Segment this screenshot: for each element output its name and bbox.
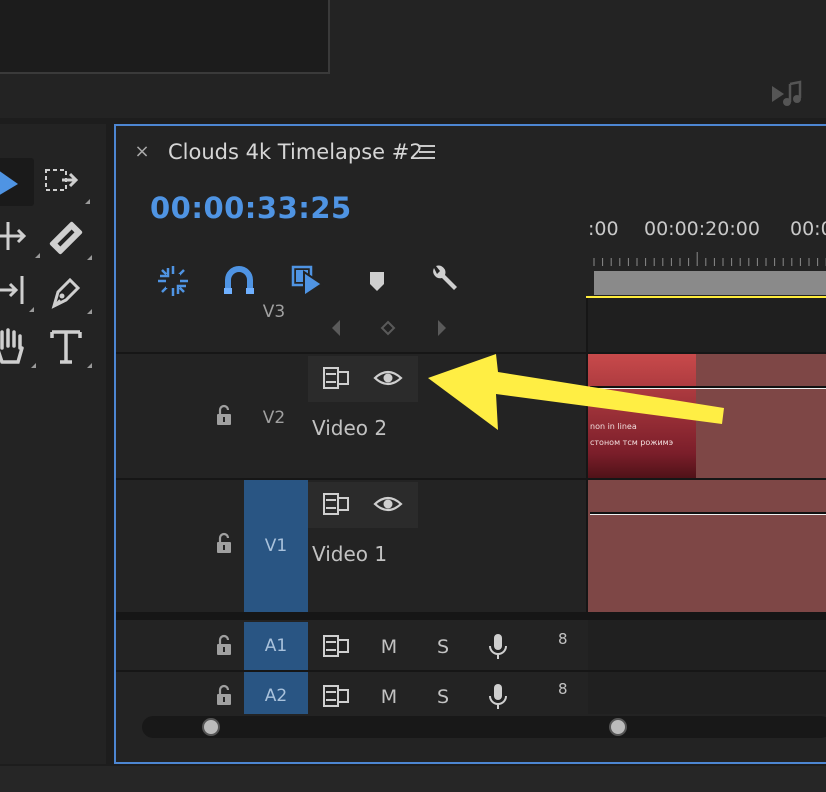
nest-icon: [158, 266, 188, 296]
tools-panel: [0, 124, 106, 764]
wrench-icon: [433, 265, 457, 290]
ruler-label: :00: [588, 218, 619, 240]
v1-sync-lock-button[interactable]: [320, 490, 352, 518]
prev-keyframe-button[interactable]: [322, 314, 350, 342]
linked-selection-icon: [291, 265, 324, 298]
lock-track-v2[interactable]: [215, 404, 233, 426]
sequence-tab-title[interactable]: Clouds 4k Timelapse #2: [168, 138, 423, 166]
unlock-icon: [217, 684, 231, 705]
track-separator: [116, 670, 826, 672]
v3-lane[interactable]: [588, 298, 826, 352]
source-patch-v1[interactable]: V1: [244, 480, 308, 612]
panel-menu-icon[interactable]: [418, 144, 438, 160]
v2-sync-lock-button[interactable]: [320, 364, 352, 392]
track-label-v1: V1: [264, 536, 288, 556]
audio-lanes[interactable]: [588, 614, 826, 714]
lock-track-v1[interactable]: [215, 532, 233, 554]
a2-sync-lock-button[interactable]: [320, 682, 352, 710]
timeline-settings-button[interactable]: [426, 262, 460, 296]
add-marker-icon: [370, 272, 384, 291]
pen-icon: [51, 277, 81, 309]
scroll-handle-right[interactable]: [609, 718, 628, 736]
a2-mute-button[interactable]: M: [377, 686, 401, 708]
track-separator: [116, 478, 826, 480]
unlock-icon: [217, 532, 231, 553]
pen-tool[interactable]: [46, 272, 92, 314]
audio-playback-icon[interactable]: [770, 80, 804, 108]
a2-voiceover-button[interactable]: [482, 682, 514, 710]
sync-lock-icon: [323, 635, 349, 657]
sync-lock-icon: [323, 685, 349, 707]
track-label-v3: V3: [262, 302, 286, 322]
track-label-a1: A1: [264, 636, 288, 656]
add-marker-button[interactable]: [360, 264, 394, 298]
keyframe-diamond-icon: [380, 320, 396, 336]
monitor-frame: [0, 0, 330, 74]
hand-tool[interactable]: [0, 326, 36, 368]
track-label-a2: A2: [264, 686, 288, 706]
eye-icon: [373, 370, 403, 386]
razor-icon: [49, 221, 83, 255]
sync-lock-icon: [323, 493, 349, 515]
track-label-v2: V2: [262, 408, 286, 428]
ripple-edit-icon: [0, 222, 27, 250]
add-keyframe-button[interactable]: [374, 314, 402, 342]
track-select-forward-tool[interactable]: [44, 162, 90, 204]
v1-clip[interactable]: [588, 480, 826, 612]
close-sequence-button[interactable]: ×: [132, 140, 152, 164]
v2-visibility-toggle[interactable]: [372, 364, 404, 392]
snap-button[interactable]: [222, 264, 256, 298]
ripple-edit-tool[interactable]: [0, 216, 40, 258]
source-patch-a2[interactable]: A2: [244, 672, 308, 714]
ruler-label: 00:0: [790, 218, 826, 240]
microphone-icon: [489, 684, 507, 709]
video-audio-divider[interactable]: [116, 612, 826, 620]
chevron-right-icon: [438, 320, 446, 336]
chevron-left-icon: [332, 320, 340, 336]
playhead-timecode[interactable]: 00:00:33:25: [150, 190, 352, 226]
ruler-label: 00:00:20:00: [644, 218, 760, 240]
sync-lock-icon: [323, 367, 349, 389]
next-keyframe-button[interactable]: [428, 314, 456, 342]
scroll-handle-left[interactable]: [202, 718, 220, 736]
linked-selection-button[interactable]: [290, 264, 324, 298]
a1-volume: 8: [558, 630, 568, 648]
a1-sync-lock-button[interactable]: [320, 632, 352, 660]
source-patch-a1[interactable]: A1: [244, 622, 308, 670]
track-name-v2[interactable]: Video 2: [312, 416, 387, 440]
track-name-v1[interactable]: Video 1: [312, 542, 387, 566]
a1-mute-button[interactable]: M: [377, 636, 401, 658]
lock-track-a1[interactable]: [215, 634, 233, 656]
eye-icon: [373, 496, 403, 512]
a2-volume: 8: [558, 680, 568, 698]
unlock-icon: [217, 634, 231, 655]
work-area-bar[interactable]: [594, 271, 826, 295]
yellow-arrow-icon: [428, 354, 724, 430]
timeline-zoom-scrollbar[interactable]: [142, 716, 826, 738]
selection-tool[interactable]: [0, 158, 34, 206]
ruler-ticks: [593, 252, 826, 266]
snap-magnet-icon: [224, 266, 254, 294]
a1-solo-button[interactable]: S: [431, 636, 455, 658]
type-icon: [50, 330, 82, 364]
slip-icon: [0, 276, 24, 304]
razor-tool[interactable]: [46, 218, 92, 260]
selection-tool-icon: [0, 171, 18, 195]
clip-opacity-highlight: [590, 514, 826, 515]
a1-voiceover-button[interactable]: [482, 632, 514, 660]
nest-button[interactable]: [156, 264, 190, 298]
hand-icon: [0, 328, 24, 364]
microphone-icon: [489, 634, 507, 659]
unlock-icon: [217, 404, 231, 425]
a2-solo-button[interactable]: S: [431, 686, 455, 708]
type-tool[interactable]: [46, 326, 92, 368]
lock-track-a2[interactable]: [215, 684, 233, 706]
v1-visibility-toggle[interactable]: [372, 490, 404, 518]
rolling-edit-tool[interactable]: [0, 270, 34, 312]
bottom-bar: [0, 766, 826, 792]
track-select-forward-icon: [45, 169, 79, 191]
